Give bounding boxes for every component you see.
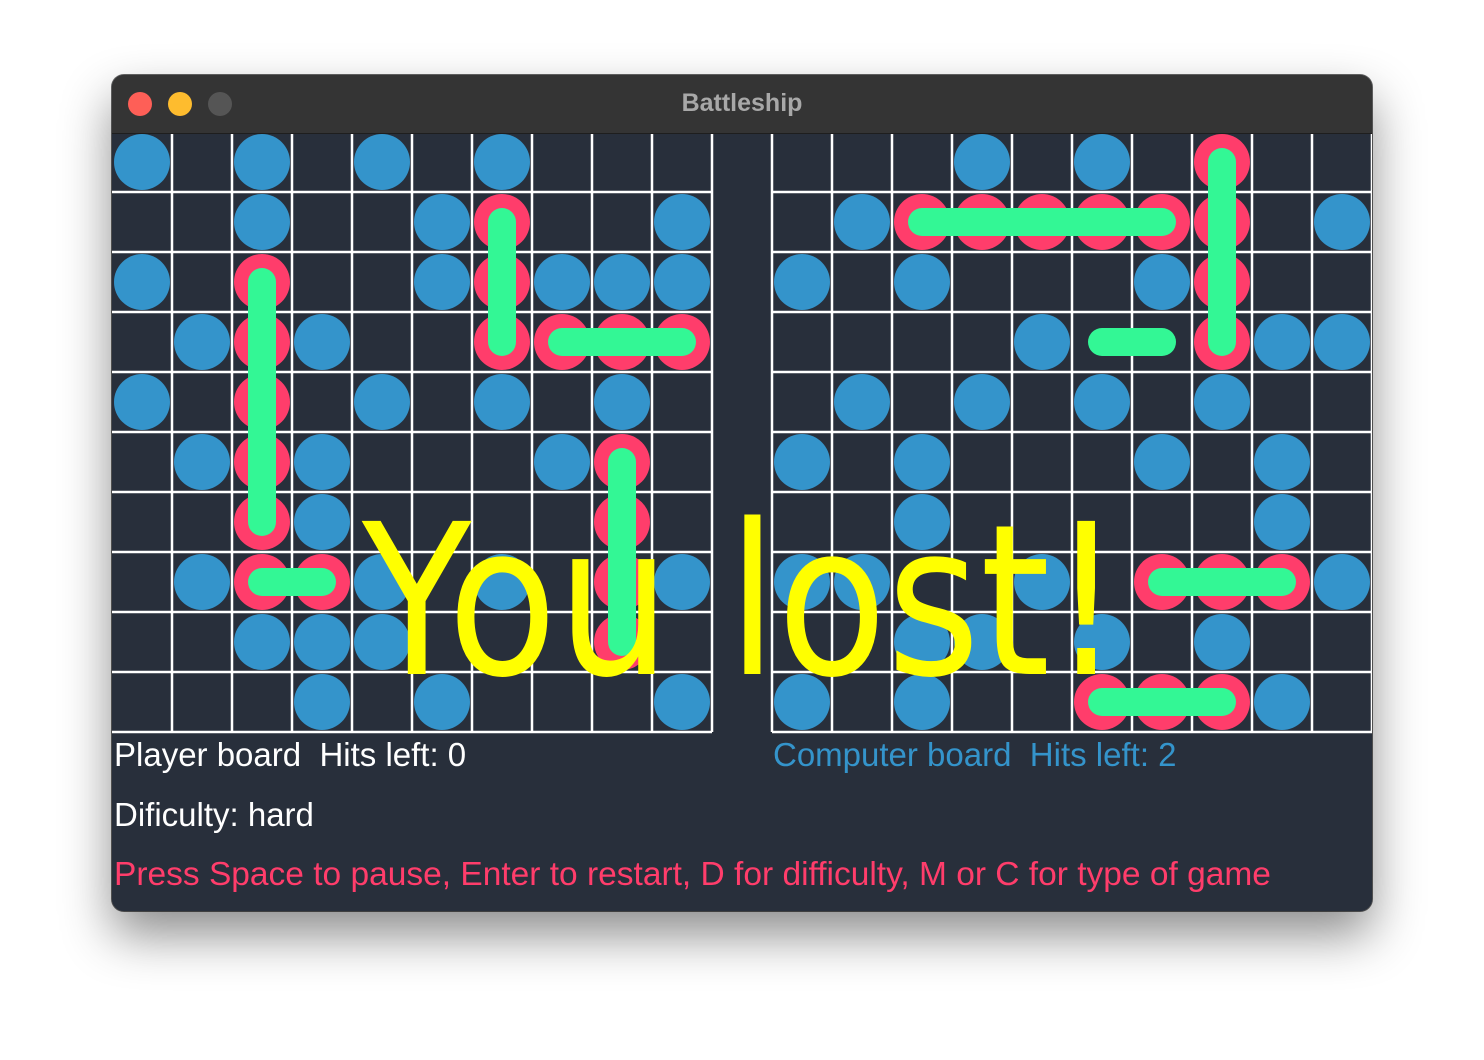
player-board[interactable] — [112, 134, 714, 734]
computer-miss-marker — [894, 674, 950, 730]
player-board-label: Player board Hits left: 0 — [114, 736, 467, 773]
computer-board-label: Computer board Hits left: 2 — [773, 736, 1177, 773]
computer-miss-marker — [1314, 554, 1370, 610]
boards-canvas[interactable] — [112, 134, 1372, 734]
computer-miss-marker — [894, 434, 950, 490]
player-miss-marker — [354, 614, 410, 670]
player-miss-marker — [474, 134, 530, 190]
computer-miss-marker — [834, 194, 890, 250]
computer-miss-marker — [894, 614, 950, 670]
computer-miss-marker — [1014, 314, 1070, 370]
game-area[interactable]: You lost! Player board Hits left: 0 Comp… — [112, 134, 1372, 911]
computer-miss-marker — [894, 494, 950, 550]
player-miss-marker — [654, 194, 710, 250]
computer-miss-marker — [1074, 614, 1130, 670]
computer-miss-marker — [1194, 374, 1250, 430]
computer-miss-marker — [1254, 674, 1310, 730]
computer-miss-marker — [1134, 254, 1190, 310]
player-miss-marker — [234, 194, 290, 250]
computer-miss-marker — [1254, 494, 1310, 550]
player-miss-marker — [294, 314, 350, 370]
player-miss-marker — [534, 434, 590, 490]
window-title: Battleship — [681, 89, 803, 117]
player-miss-marker — [114, 374, 170, 430]
computer-miss-marker — [774, 674, 830, 730]
computer-miss-marker — [1074, 134, 1130, 190]
player-miss-marker — [354, 374, 410, 430]
computer-miss-marker — [1074, 374, 1130, 430]
computer-miss-marker — [954, 374, 1010, 430]
player-miss-marker — [174, 314, 230, 370]
player-miss-marker — [354, 554, 410, 610]
computer-miss-marker — [1014, 554, 1070, 610]
player-miss-marker — [414, 674, 470, 730]
computer-miss-marker — [954, 614, 1010, 670]
computer-board[interactable] — [770, 134, 1372, 734]
player-miss-marker — [534, 254, 590, 310]
computer-miss-marker — [774, 254, 830, 310]
player-miss-marker — [294, 674, 350, 730]
computer-miss-marker — [774, 554, 830, 610]
computer-miss-marker — [1194, 614, 1250, 670]
player-miss-marker — [294, 614, 350, 670]
player-miss-marker — [114, 134, 170, 190]
player-miss-marker — [354, 134, 410, 190]
computer-miss-marker — [834, 554, 890, 610]
player-miss-marker — [474, 554, 530, 610]
game-window: Battleship You lost! Player board Hits l… — [112, 75, 1372, 911]
player-miss-marker — [234, 134, 290, 190]
computer-miss-marker — [1314, 314, 1370, 370]
player-miss-marker — [294, 434, 350, 490]
computer-miss-marker — [834, 374, 890, 430]
computer-miss-marker — [1254, 434, 1310, 490]
player-miss-marker — [294, 494, 350, 550]
player-miss-marker — [654, 254, 710, 310]
difficulty-label: Dificulty: hard — [114, 796, 314, 833]
controls-help-text: Press Space to pause, Enter to restart, … — [114, 856, 1271, 893]
computer-miss-marker — [954, 134, 1010, 190]
player-miss-marker — [174, 434, 230, 490]
computer-miss-marker — [894, 254, 950, 310]
computer-miss-marker — [1254, 314, 1310, 370]
computer-miss-marker — [774, 434, 830, 490]
player-miss-marker — [414, 254, 470, 310]
player-miss-marker — [474, 374, 530, 430]
computer-miss-marker — [1314, 194, 1370, 250]
player-miss-marker — [654, 674, 710, 730]
player-miss-marker — [234, 614, 290, 670]
player-miss-marker — [594, 374, 650, 430]
title-bar: Battleship — [112, 75, 1372, 134]
player-miss-marker — [594, 254, 650, 310]
player-miss-marker — [414, 194, 470, 250]
computer-miss-marker — [1134, 434, 1190, 490]
player-miss-marker — [114, 254, 170, 310]
player-miss-marker — [654, 554, 710, 610]
player-miss-marker — [174, 554, 230, 610]
